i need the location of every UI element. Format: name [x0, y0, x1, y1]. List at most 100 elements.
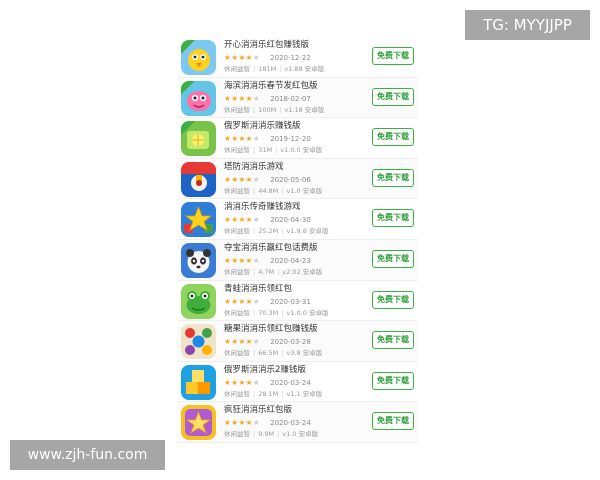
rating-stars-icon: ★★★★★ [224, 53, 261, 62]
app-title[interactable]: 糖果消消乐领红包赚钱版 [224, 324, 318, 335]
app-list-item[interactable]: 塔防消消乐游戏 ★★★★★ 2020-05-06 休闲益智 | 44.8M | v1.0 安卓… [178, 158, 418, 200]
yellow-chick-icon[interactable] [181, 40, 216, 75]
app-category: 休闲益智 [224, 105, 250, 114]
app-title[interactable]: 消消乐传奇赚钱游戏 [224, 202, 301, 213]
app-size: 44.8M [258, 186, 279, 195]
free-download-button[interactable]: 免费下载 [372, 290, 414, 309]
free-download-button[interactable]: 免费下载 [372, 371, 414, 390]
panda-icon[interactable] [181, 242, 216, 278]
page: 开心消消乐红包赚钱版 ★★★★★ 2020-12-22 休闲益智 | 181M | v1.88… [0, 0, 600, 480]
app-date: 2020-03-24 [270, 419, 311, 428]
candy-icon[interactable] [181, 324, 216, 360]
app-category: 休闲益智 [224, 430, 250, 439]
rating-stars-icon: ★★★★★ [224, 134, 261, 144]
app-version: v1.88 安卓版 [284, 65, 325, 73]
app-list-item[interactable]: 开心消消乐红包赚钱版 ★★★★★ 2020-12-22 休闲益智 | 181M | v1.88… [178, 37, 418, 78]
app-title[interactable]: 海滨消消乐春节发红包版 [224, 81, 318, 92]
app-version: v1.18 安卓版 [284, 105, 325, 114]
app-rating-row: ★★★★★ 2020-03-24 [224, 378, 311, 388]
meta-divider: | [281, 389, 284, 398]
app-size: 25.2M [258, 227, 279, 236]
free-download-button[interactable]: 免费下载 [372, 249, 414, 268]
app-date: 2018-02-07 [270, 94, 311, 103]
meta-divider: | [275, 146, 278, 155]
meta-divider: | [253, 308, 256, 317]
app-meta-row: 休闲益智 | 31M | v1.0.0 安卓版 [224, 146, 322, 155]
app-date: 2020-03-28 [270, 338, 311, 347]
app-size: 4.7M [258, 267, 275, 276]
meta-divider: | [281, 186, 284, 195]
app-version: v1.0 安卓版 [286, 186, 323, 195]
cube-blocks-icon[interactable] [181, 364, 216, 400]
app-meta-row: 休闲益智 | 9.9M | v1.0 安卓版 [224, 430, 318, 439]
rating-stars-icon: ★★★★★ [224, 255, 261, 265]
free-download-button[interactable]: 免费下载 [372, 331, 414, 350]
rating-stars-icon: ★★★★★ [224, 174, 261, 184]
yellow-star-blocks-icon[interactable] [181, 202, 216, 238]
green-fruit-block-icon[interactable] [181, 121, 216, 157]
free-download-button[interactable]: 免费下载 [372, 412, 414, 431]
app-list-item[interactable]: 俄罗斯消消乐赚钱版 ★★★★★ 2019-12-20 休闲益智 | 31M | v1.0.0 … [178, 118, 418, 159]
app-date: 2020-04-23 [270, 256, 311, 265]
pink-monster-icon[interactable] [181, 80, 216, 116]
app-meta-row: 休闲益智 | 44.8M | v1.0 安卓版 [224, 187, 322, 196]
meta-divider: | [253, 227, 256, 236]
app-rating-row: ★★★★★ 2018-02-07 [224, 94, 311, 104]
rating-stars-icon: ★★★★★ [224, 337, 261, 347]
meta-divider: | [279, 105, 282, 114]
app-rating-row: ★★★★★ 2020-04-23 [224, 256, 311, 266]
app-category: 休闲益智 [224, 389, 250, 398]
app-date: 2020-04-30 [270, 216, 311, 225]
app-date: 2020-12-22 [270, 54, 311, 62]
app-list-item[interactable]: 海滨消消乐春节发红包版 ★★★★★ 2018-02-07 休闲益智 | 100M | v1.1… [178, 77, 418, 119]
app-category: 休闲益智 [224, 349, 250, 358]
free-download-button[interactable]: 免费下载 [372, 168, 414, 187]
app-list-item[interactable]: 俄罗斯消消乐2赚钱版 ★★★★★ 2020-03-24 休闲益智 | 28.1M | v1.1… [178, 361, 418, 403]
app-version: v2.02 安卓版 [282, 267, 323, 276]
app-title[interactable]: 俄罗斯消消乐赚钱版 [224, 121, 301, 132]
app-category: 休闲益智 [224, 227, 250, 236]
rating-stars-icon: ★★★★★ [224, 215, 261, 225]
rating-stars-icon: ★★★★★ [224, 296, 261, 306]
green-frog-icon[interactable] [181, 283, 216, 319]
app-title[interactable]: 开心消消乐红包赚钱版 [224, 40, 309, 51]
red-blue-tank-icon[interactable] [181, 161, 216, 197]
free-download-button[interactable]: 免费下载 [372, 209, 414, 228]
app-list-item[interactable]: 夺宝消消乐赢红包话费版 ★★★★★ 2020-04-23 休闲益智 | 4.7M | v2.0… [178, 239, 418, 281]
app-category: 休闲益智 [224, 186, 250, 195]
free-download-button[interactable]: 免费下载 [372, 47, 414, 65]
app-list-item[interactable]: 糖果消消乐领红包赚钱版 ★★★★★ 2020-03-28 休闲益智 | 66.5M | v3.… [178, 321, 418, 362]
app-category: 休闲益智 [224, 308, 250, 317]
app-size: 31M [258, 146, 273, 155]
watermark-top-right: TG: MYYJJPP [465, 10, 590, 40]
app-version: v1.1 安卓版 [286, 389, 323, 398]
app-version: v1.0.0 安卓版 [286, 308, 329, 317]
free-download-button[interactable]: 免费下载 [372, 128, 414, 147]
app-rating-row: ★★★★★ 2020-04-30 [224, 215, 311, 225]
meta-divider: | [253, 349, 256, 358]
app-list-item[interactable]: 疯狂消消乐红包版 ★★★★★ 2020-03-24 休闲益智 | 9.9M | v1.0 安卓… [178, 402, 418, 443]
meta-divider: | [281, 349, 284, 358]
app-rating-row: ★★★★★ 2019-12-20 [224, 134, 311, 144]
meta-divider: | [253, 186, 256, 195]
rating-stars-icon: ★★★★★ [224, 377, 261, 387]
app-meta-row: 休闲益智 | 100M | v1.18 安卓版 [224, 106, 324, 115]
purple-star-icon[interactable] [181, 405, 216, 441]
free-download-button[interactable]: 免费下载 [372, 87, 414, 106]
app-title[interactable]: 夺宝消消乐赢红包话费版 [224, 243, 318, 254]
meta-divider: | [281, 227, 284, 236]
app-meta-row: 休闲益智 | 70.3M | v1.0.0 安卓版 [224, 309, 328, 318]
app-list-item[interactable]: 消消乐传奇赚钱游戏 ★★★★★ 2020-04-30 休闲益智 | 25.2M | v1.9.… [178, 199, 418, 240]
app-rating-row: ★★★★★ 2020-03-24 [224, 418, 311, 428]
app-title[interactable]: 塔防消消乐游戏 [224, 162, 284, 173]
app-list-item[interactable]: 青蛙消消乐领红包 ★★★★★ 2020-03-31 休闲益智 | 70.3M | v1.0.0… [178, 280, 418, 322]
app-size: 70.3M [258, 308, 279, 317]
app-title[interactable]: 俄罗斯消消乐2赚钱版 [224, 365, 306, 376]
app-date: 2020-03-31 [270, 297, 311, 306]
meta-divider: | [277, 267, 280, 276]
app-rating-row: ★★★★★ 2020-05-06 [224, 175, 311, 185]
app-date: 2019-12-20 [270, 135, 311, 144]
app-title[interactable]: 疯狂消消乐红包版 [224, 405, 292, 416]
app-title[interactable]: 青蛙消消乐领红包 [224, 284, 292, 295]
meta-divider: | [281, 308, 284, 317]
